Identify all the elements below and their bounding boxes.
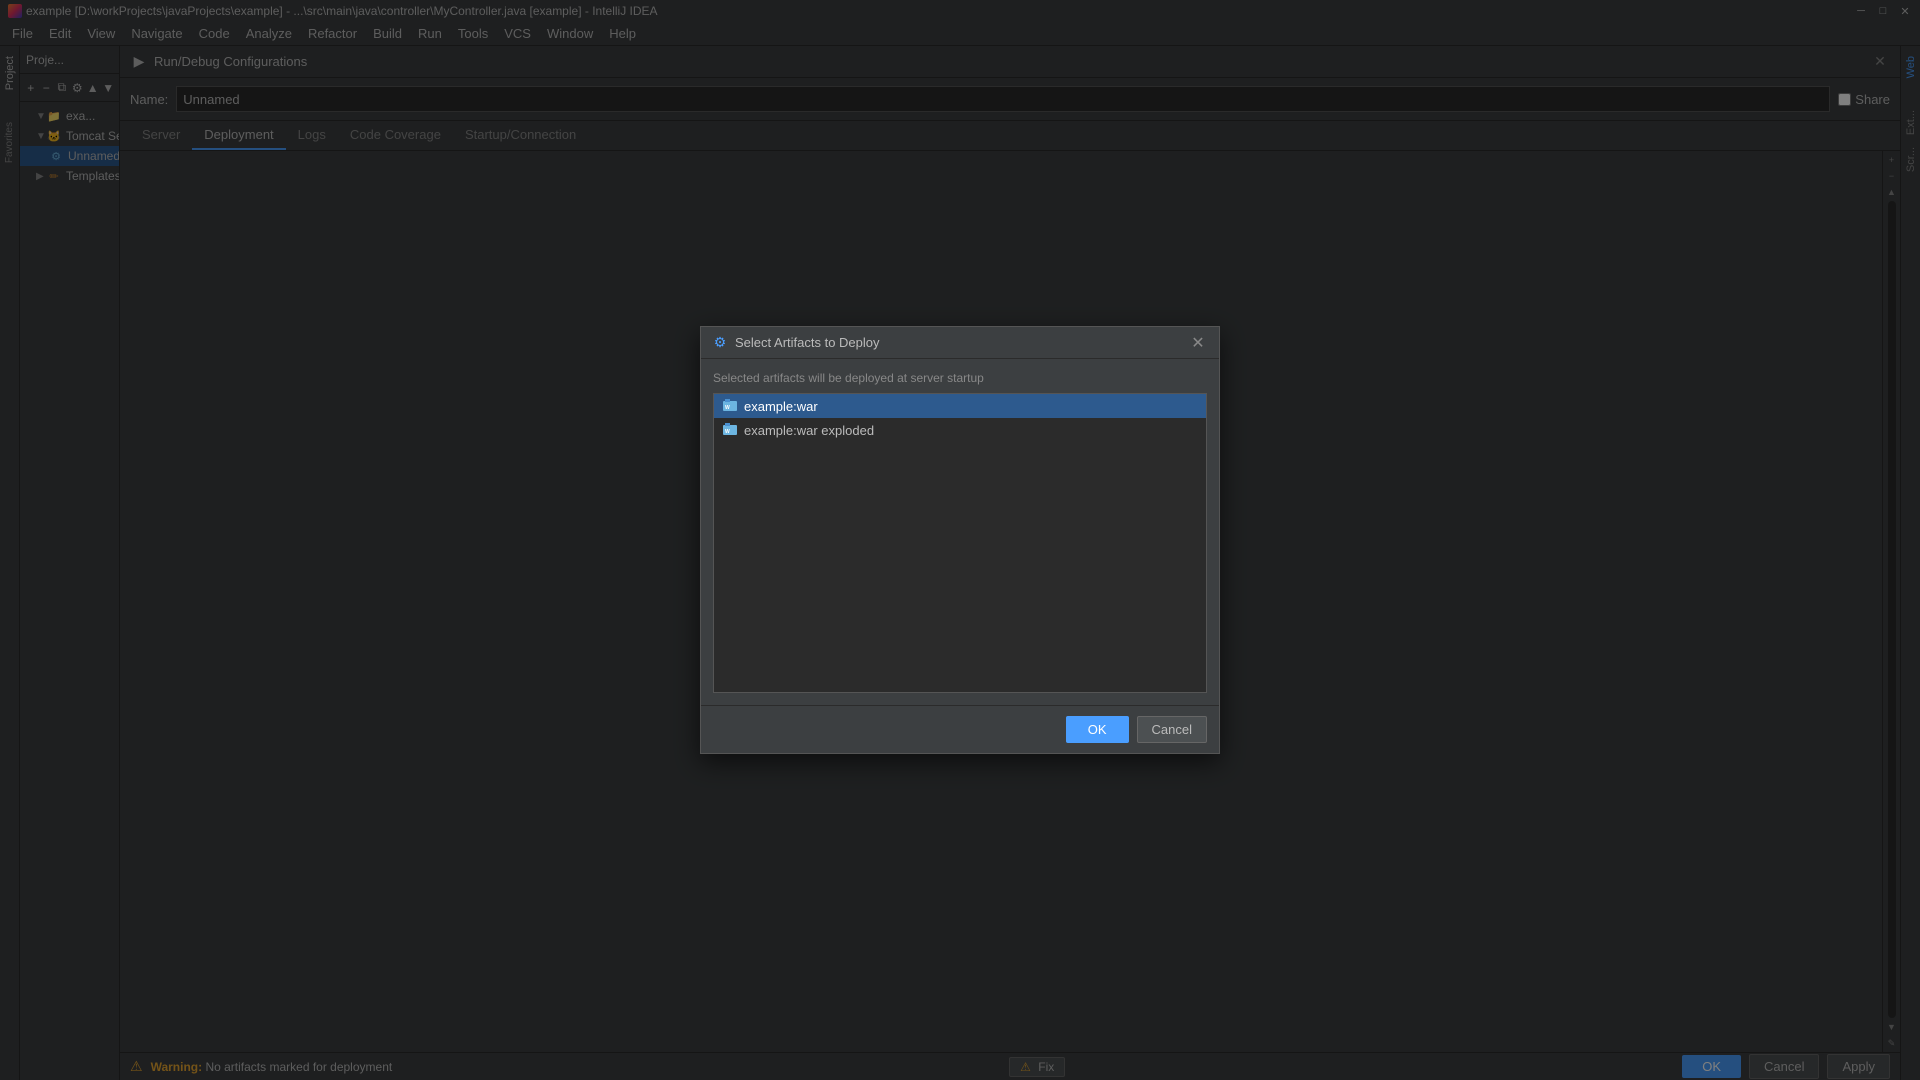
artifact-item-war-exploded[interactable]: W example:war exploded [714,418,1206,442]
artifact-icon-war-exploded: W [722,422,738,438]
select-artifacts-dialog: ⚙ Select Artifacts to Deploy ✕ Selected … [700,326,1220,754]
sa-ok-button[interactable]: OK [1066,716,1129,743]
artifact-label-war: example:war [744,399,818,414]
artifact-item-war[interactable]: W example:war [714,394,1206,418]
artifact-list: W example:war W example:war exploded [713,393,1207,693]
sa-title-bar: ⚙ Select Artifacts to Deploy ✕ [701,327,1219,359]
sa-close-button[interactable]: ✕ [1187,332,1209,354]
sa-footer: OK Cancel [701,705,1219,753]
sa-title-icon: ⚙ [711,334,729,352]
artifact-icon-war: W [722,398,738,414]
sa-body: Selected artifacts will be deployed at s… [701,359,1219,705]
sa-cancel-button[interactable]: Cancel [1137,716,1207,743]
sa-subtitle: Selected artifacts will be deployed at s… [713,371,1207,385]
modal-overlay: ⚙ Select Artifacts to Deploy ✕ Selected … [0,0,1920,1080]
sa-title-text: Select Artifacts to Deploy [735,335,1187,350]
svg-text:W: W [725,405,730,411]
artifact-label-war-exploded: example:war exploded [744,423,874,438]
svg-text:W: W [725,429,730,435]
